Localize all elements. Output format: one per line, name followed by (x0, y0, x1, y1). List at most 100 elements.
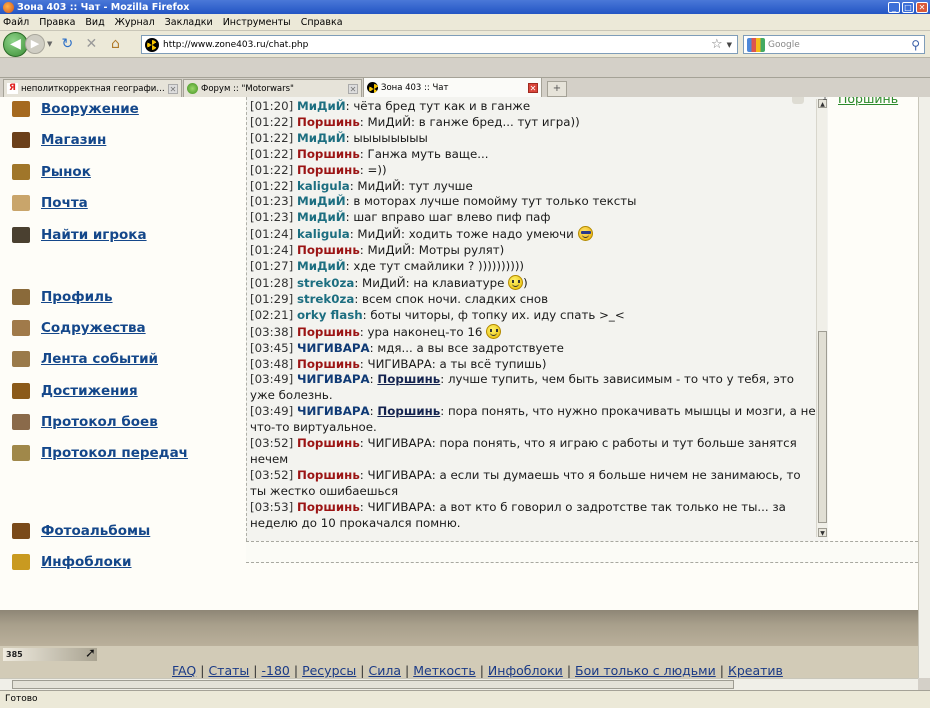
horizontal-scroll-thumb[interactable] (12, 680, 734, 689)
chat-input-area[interactable] (246, 541, 918, 563)
visit-counter[interactable]: 385 (3, 648, 97, 661)
menu-item[interactable]: Файл (3, 17, 29, 28)
message-nick[interactable]: МиДиЙ (297, 99, 346, 113)
message-nick[interactable]: Поршинь (297, 243, 360, 257)
chat-scroll-thumb[interactable] (818, 331, 827, 523)
sidebar-item[interactable]: Инфоблоки (12, 552, 132, 572)
search-icon[interactable]: ⚲ (911, 38, 920, 52)
maximize-button[interactable]: □ (902, 1, 914, 13)
footer-link[interactable]: Бои только с людьми (575, 663, 716, 678)
sidebar-link[interactable]: Рынок (41, 164, 91, 180)
message-nick[interactable]: МиДиЙ (297, 194, 346, 208)
message-nick[interactable]: Поршинь (297, 147, 360, 161)
message-nick[interactable]: Поршинь (297, 468, 360, 482)
footer-link[interactable]: Ресурсы (302, 663, 356, 678)
url-dropdown-icon[interactable]: ▼ (727, 41, 732, 49)
sidebar-link[interactable]: Достижения (41, 383, 138, 399)
menu-item[interactable]: Закладки (165, 17, 213, 28)
forward-button[interactable]: ▶ (25, 34, 45, 54)
search-box[interactable]: Google ⚲ (743, 35, 925, 54)
new-tab-button[interactable]: + (547, 81, 567, 97)
footer-link[interactable]: -180 (261, 663, 289, 678)
sidebar-link[interactable]: Инфоблоки (41, 554, 132, 570)
message-recipient[interactable]: Поршинь (377, 372, 440, 386)
sidebar-link[interactable]: Магазин (41, 132, 106, 148)
chat-scrollbar[interactable]: ▲ ▼ (816, 99, 827, 537)
sidebar-link[interactable]: Протокол боев (41, 414, 158, 430)
sidebar-item[interactable]: Лента событий (12, 349, 158, 369)
message-nick[interactable]: Поршинь (297, 436, 360, 450)
message-nick[interactable]: ЧИГИВАРА (297, 372, 370, 386)
google-engine-icon[interactable] (747, 37, 765, 52)
sidebar-link[interactable]: Вооружение (41, 101, 139, 117)
menu-item[interactable]: Правка (39, 17, 75, 28)
message-nick[interactable]: kaligula (297, 227, 350, 241)
sidebar-link[interactable]: Почта (41, 195, 88, 211)
tab-chat[interactable]: Зона 403 :: Чат ✕ (363, 77, 542, 97)
tab-yandex[interactable]: Я неполиткорректная география — Ян... ✕ (3, 79, 182, 97)
sidebar-item[interactable]: Вооружение (12, 99, 139, 119)
message-nick[interactable]: МиДиЙ (297, 131, 346, 145)
sidebar-item[interactable]: Профиль (12, 287, 113, 307)
sidebar-item[interactable]: Рынок (12, 162, 91, 182)
message-time: [03:38] (250, 324, 294, 339)
close-tab-icon[interactable]: ✕ (528, 82, 538, 93)
sidebar-item[interactable]: Протокол боев (12, 412, 158, 432)
footer-link[interactable]: Статы (208, 663, 249, 678)
sidebar-item[interactable]: Почта (12, 193, 88, 213)
sidebar-link[interactable]: Фотоальбомы (41, 523, 150, 539)
sidebar-item[interactable]: Достижения (12, 381, 138, 401)
footer-link[interactable]: Сила (368, 663, 401, 678)
sidebar-item[interactable]: Магазин (12, 130, 106, 150)
close-tab-icon[interactable]: ✕ (348, 83, 358, 94)
tab-forum[interactable]: Форум :: "Motorwars" ✕ (183, 79, 362, 97)
message-recipient[interactable]: Поршинь (377, 404, 440, 418)
message-nick[interactable]: Поршинь (297, 163, 360, 177)
message-nick[interactable]: ЧИГИВАРА (297, 341, 370, 355)
minimize-button[interactable]: _ (888, 1, 900, 13)
message-nick[interactable]: Поршинь (297, 357, 360, 371)
sidebar-item[interactable]: Протокол передач (12, 443, 188, 463)
history-dropdown-icon[interactable]: ▼ (47, 40, 52, 48)
message-nick[interactable]: Поршинь (297, 115, 360, 129)
bookmark-star-icon[interactable]: ☆ (711, 37, 723, 52)
sidebar-item[interactable]: Фотоальбомы (12, 521, 150, 541)
footer-link[interactable]: FAQ (172, 663, 196, 678)
horizontal-scrollbar[interactable] (0, 678, 918, 690)
footer-separator: | (200, 663, 205, 678)
message-nick[interactable]: Поршинь (297, 500, 360, 514)
scroll-down-icon[interactable]: ▼ (818, 528, 827, 537)
sidebar-link[interactable]: Найти игрока (41, 227, 147, 243)
message-nick[interactable]: strek0za (297, 276, 354, 290)
message-nick[interactable]: МиДиЙ (297, 210, 346, 224)
menu-item[interactable]: Справка (301, 17, 343, 28)
sidebar-link[interactable]: Протокол передач (41, 445, 188, 461)
home-icon[interactable]: ⌂ (106, 35, 124, 53)
message-nick[interactable]: strek0za (297, 292, 354, 306)
close-window-button[interactable]: ✕ (916, 1, 928, 13)
stop-icon[interactable]: ✕ (82, 35, 100, 53)
url-bar[interactable]: http://www.zone403.ru/chat.php ☆ ▼ (141, 35, 738, 54)
external-link-icon[interactable]: ➚ (85, 646, 96, 661)
message-nick[interactable]: ЧИГИВАРА (297, 404, 370, 418)
sidebar-item[interactable]: Содружества (12, 318, 146, 338)
online-user-link[interactable]: Поршинь (838, 97, 898, 106)
reload-icon[interactable]: ↻ (58, 35, 76, 53)
sidebar-link[interactable]: Профиль (41, 289, 113, 305)
sidebar-item[interactable]: Найти игрока (12, 225, 147, 245)
message-nick[interactable]: МиДиЙ (297, 259, 346, 273)
footer-link[interactable]: Креатив (728, 663, 783, 678)
message-nick[interactable]: Поршинь (297, 325, 360, 339)
footer-separator: | (360, 663, 365, 678)
footer-link[interactable]: Инфоблоки (488, 663, 563, 678)
sidebar-link[interactable]: Содружества (41, 320, 146, 336)
close-tab-icon[interactable]: ✕ (168, 83, 178, 94)
menu-item[interactable]: Инструменты (223, 17, 291, 28)
footer-link[interactable]: Меткость (413, 663, 475, 678)
menu-item[interactable]: Вид (85, 17, 104, 28)
page-scrollbar[interactable] (918, 97, 930, 678)
sidebar-link[interactable]: Лента событий (41, 351, 158, 367)
menu-item[interactable]: Журнал (115, 17, 155, 28)
message-nick[interactable]: kaligula (297, 179, 350, 193)
message-nick[interactable]: orky flash (297, 308, 363, 322)
